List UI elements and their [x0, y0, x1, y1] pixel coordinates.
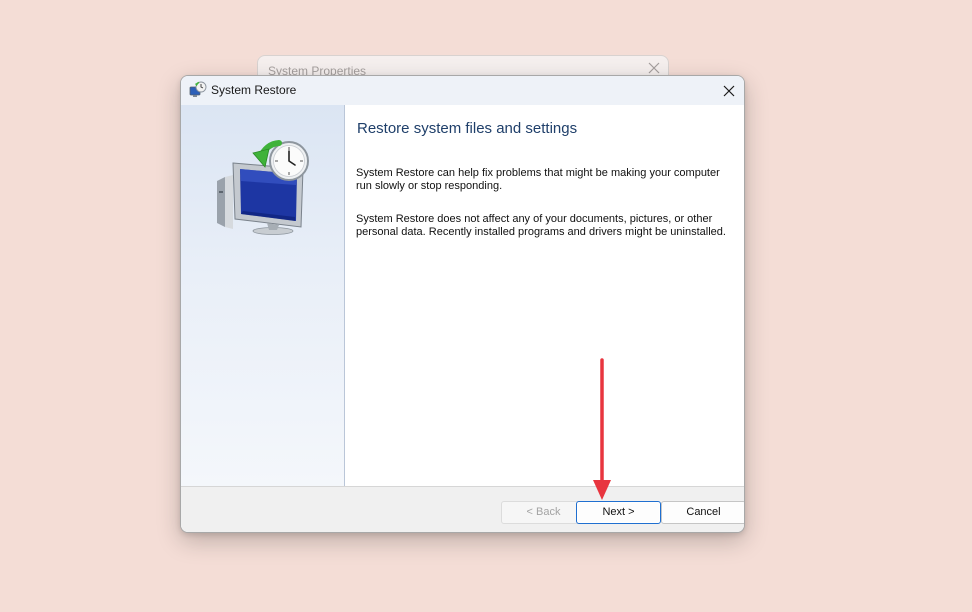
next-button[interactable]: Next > — [576, 501, 661, 524]
close-button[interactable] — [714, 76, 744, 105]
desktop: System Properties System Restore Restore… — [0, 0, 972, 612]
title-bar[interactable]: System Restore — [181, 76, 744, 105]
system-restore-dialog: System Restore Restore system files and … — [180, 75, 745, 533]
dialog-title: System Restore — [211, 83, 297, 97]
page-title: Restore system files and settings — [357, 120, 578, 137]
system-restore-icon — [189, 81, 207, 97]
data-safety-paragraph: System Restore does not affect any of yo… — [356, 213, 726, 238]
close-icon[interactable] — [646, 60, 662, 76]
system-restore-computer-clock-icon — [217, 140, 309, 235]
back-button: < Back — [501, 501, 586, 524]
button-bar: < Back Next > Cancel — [181, 486, 744, 532]
wizard-content: Restore system files and settings System… — [345, 105, 744, 487]
cancel-button[interactable]: Cancel — [661, 501, 744, 524]
description-paragraph: System Restore can help fix problems tha… — [356, 167, 720, 192]
close-icon — [723, 85, 735, 96]
wizard-sidebar — [181, 105, 345, 487]
